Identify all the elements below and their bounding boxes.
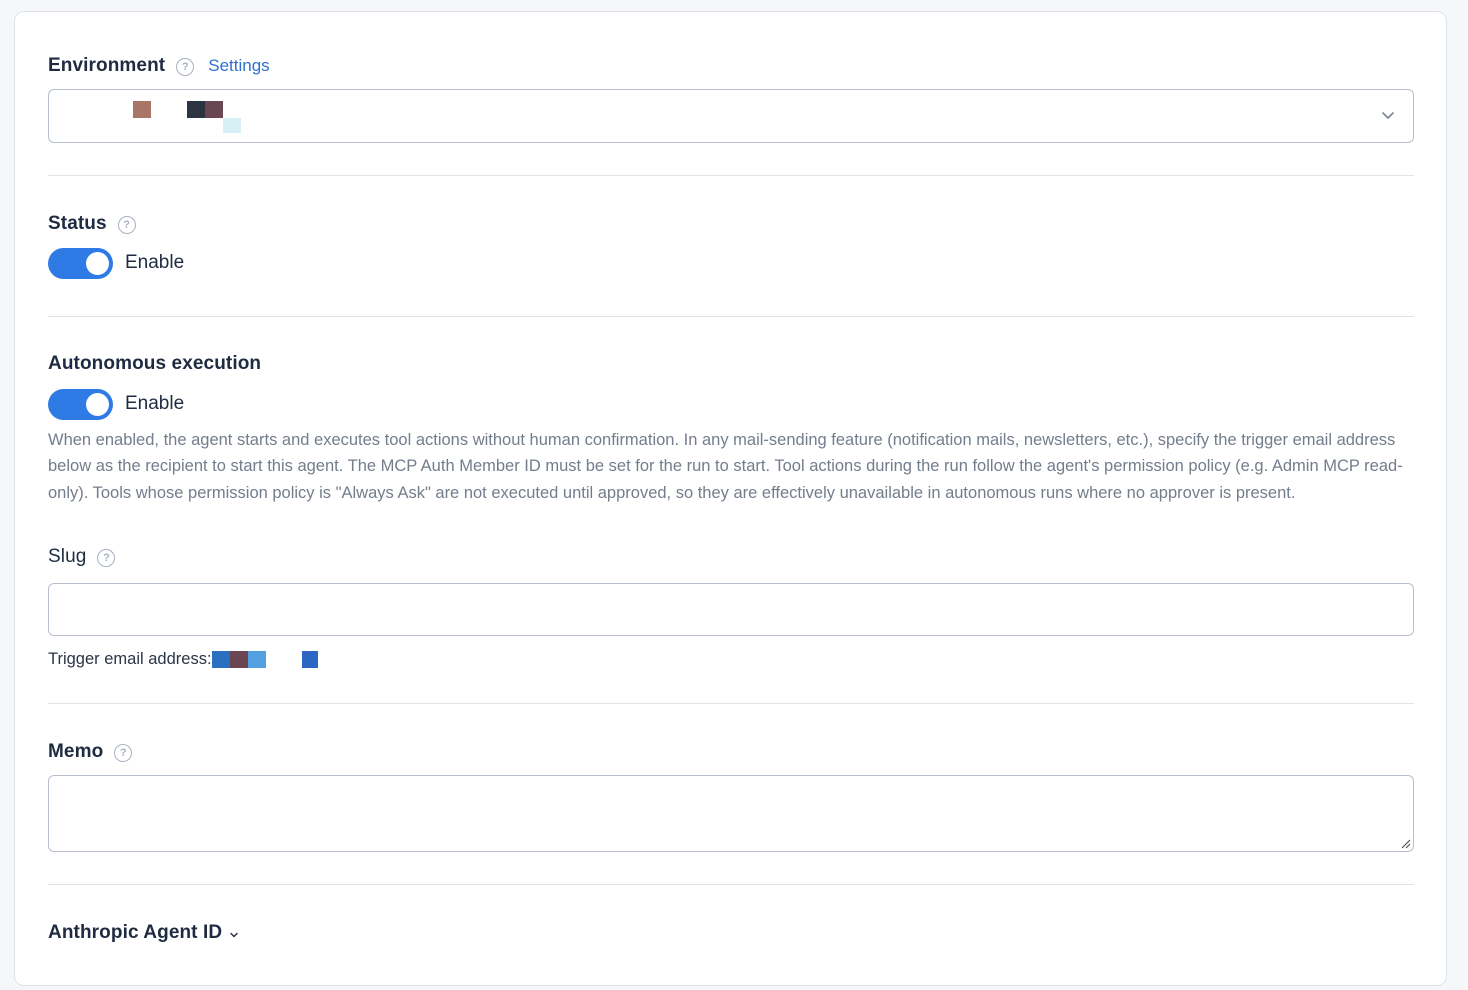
help-icon[interactable]: ? (117, 216, 136, 234)
environment-select[interactable] (48, 89, 1414, 143)
status-toggle-row: Enable (48, 247, 184, 279)
slug-label-row: Slug ? (48, 544, 116, 570)
divider (48, 884, 1414, 885)
settings-card: Environment ? Settings Status ? Enable A… (14, 11, 1447, 986)
toggle-knob (86, 392, 109, 416)
chevron-down-icon (230, 932, 238, 937)
redacted-value (229, 650, 248, 668)
autonomous-toggle-label: Enable (125, 393, 185, 414)
environment-label: Environment (48, 55, 166, 76)
autonomous-label: Autonomous execution (48, 353, 262, 374)
memo-label: Memo (48, 741, 104, 762)
redacted-value (133, 101, 151, 118)
trigger-email-row: Trigger email address: (48, 648, 318, 670)
help-icon[interactable]: ? (176, 58, 195, 76)
autonomous-toggle[interactable] (48, 388, 113, 420)
status-label-row: Status ? (48, 211, 136, 237)
autonomous-label-row: Autonomous execution (48, 351, 261, 377)
trigger-email-label: Trigger email address: (48, 649, 212, 668)
anthropic-agent-id-label: Anthropic Agent ID (48, 922, 223, 943)
environment-label-row: Environment ? Settings (48, 53, 270, 79)
redacted-value (211, 650, 230, 668)
slug-label: Slug (48, 546, 87, 567)
status-label: Status (48, 213, 107, 234)
slug-input[interactable] (48, 583, 1414, 636)
redacted-value (247, 650, 266, 668)
divider (48, 175, 1414, 176)
memo-label-row: Memo ? (48, 739, 133, 765)
redacted-value (301, 650, 318, 668)
redacted-value (205, 101, 223, 118)
divider (48, 316, 1414, 317)
help-icon[interactable]: ? (97, 549, 116, 567)
autonomous-toggle-row: Enable (48, 388, 184, 420)
toggle-knob (86, 251, 109, 275)
status-toggle[interactable] (48, 247, 113, 279)
autonomous-description: When enabled, the agent starts and execu… (48, 431, 1403, 502)
redacted-value (187, 101, 205, 118)
anthropic-agent-id-toggle[interactable]: Anthropic Agent ID (48, 920, 240, 946)
chevron-down-icon (1382, 112, 1394, 119)
memo-textarea[interactable] (48, 775, 1414, 852)
status-toggle-label: Enable (125, 252, 185, 273)
help-icon[interactable]: ? (114, 744, 133, 762)
settings-link[interactable]: Settings (208, 56, 269, 76)
resize-handle-icon[interactable] (1399, 837, 1411, 849)
divider (48, 703, 1414, 704)
redacted-value (223, 118, 241, 133)
